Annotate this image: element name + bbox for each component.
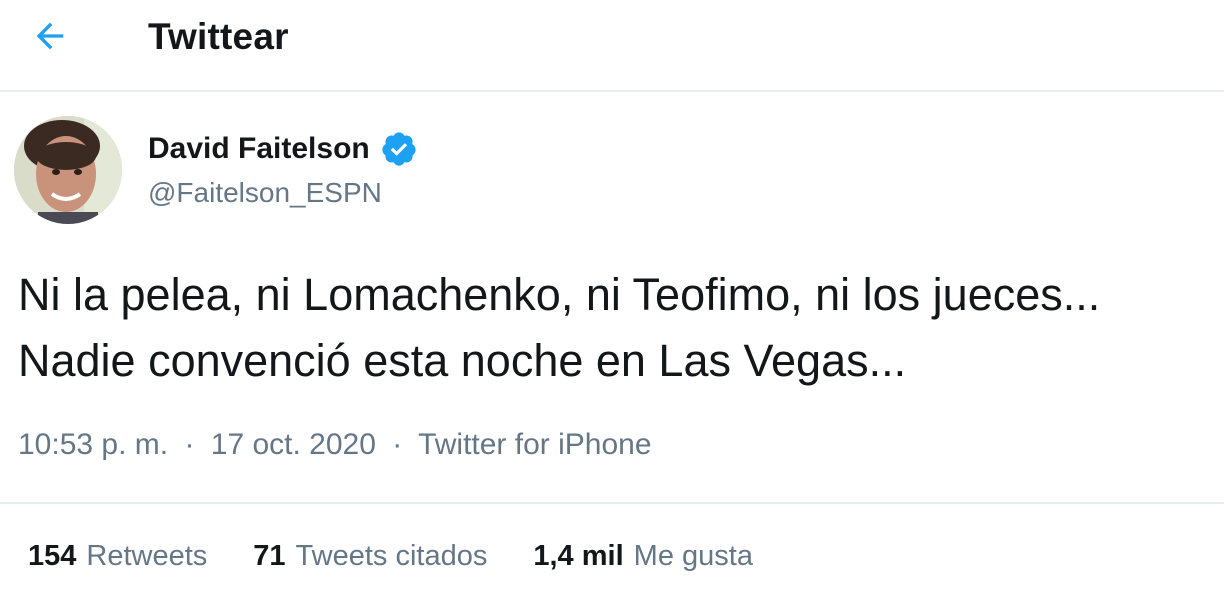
retweets-count: 154 [28,540,77,572]
back-button[interactable] [22,14,78,58]
author-name-text: David Faitelson [148,132,370,165]
meta-separator: · [184,428,195,461]
likes-stat[interactable]: 1,4 mil Me gusta [533,540,753,573]
tweet-page: Twittear David Faitelson @Faitelson_ESPN… [0,0,1224,598]
divider [0,502,1224,504]
author-handle[interactable]: @Faitelson_ESPN [148,177,382,209]
quote-tweets-count: 71 [253,540,286,572]
arrow-left-icon [36,22,64,50]
tweet-stats: 154 Retweets 71 Tweets citados 1,4 mil Me g… [28,540,753,573]
quote-tweets-stat[interactable]: 71 Tweets citados [253,540,487,573]
tweet-meta: 10:53 p. m. · 17 oct. 2020 · Twitter for… [18,428,652,462]
tweet-time[interactable]: 10:53 p. m. [18,428,168,461]
tweet-line: Ni la pelea, ni Lomachenko, ni Teofimo, … [18,269,1101,320]
likes-count: 1,4 mil [533,540,624,572]
tweet-text: Ni la pelea, ni Lomachenko, ni Teofimo, … [18,262,1218,394]
retweets-stat[interactable]: 154 Retweets [28,540,207,573]
tweet-date[interactable]: 17 oct. 2020 [211,428,376,461]
header: Twittear [0,0,1224,92]
page-title: Twittear [148,16,289,57]
author-name[interactable]: David Faitelson [148,130,418,168]
avatar-photo [14,116,122,224]
meta-separator: · [392,428,403,461]
likes-label: Me gusta [633,540,753,572]
quote-tweets-label: Tweets citados [295,540,488,572]
verified-badge-icon [382,132,416,166]
tweet-line: Nadie convenció esta noche en Las Vegas.… [18,335,907,386]
retweets-label: Retweets [86,540,208,572]
tweet-source[interactable]: Twitter for iPhone [418,428,651,461]
avatar[interactable] [14,116,122,224]
